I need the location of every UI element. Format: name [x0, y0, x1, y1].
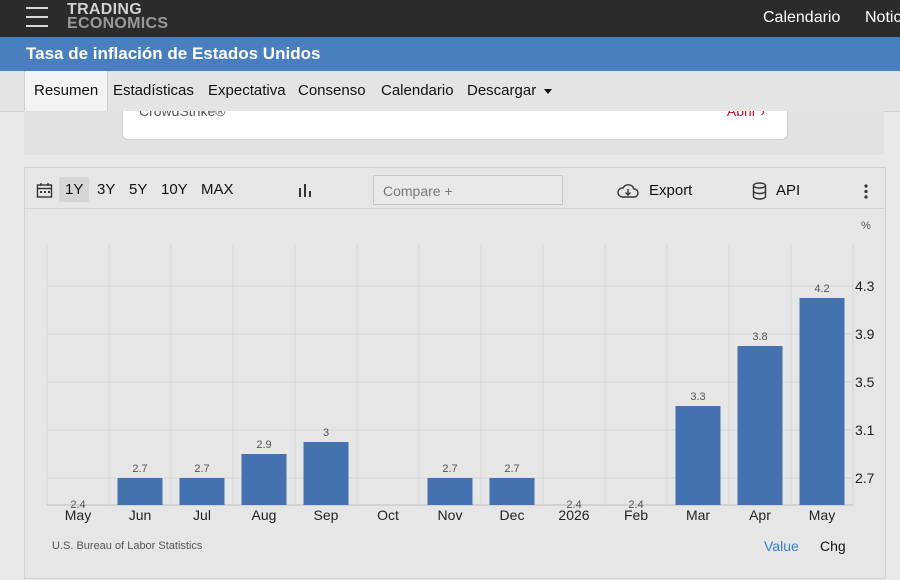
- tabs-bar: Resumen Estadísticas Expectativa Consens…: [0, 71, 900, 112]
- tab-descargar[interactable]: Descargar: [467, 71, 553, 111]
- x-tick-label: Aug: [252, 507, 277, 523]
- bar: [675, 406, 721, 505]
- tab-calendario[interactable]: Calendario: [381, 71, 454, 111]
- data-label: 4.2: [814, 283, 829, 295]
- bar: [799, 298, 845, 505]
- data-label: 2.7: [194, 463, 209, 475]
- data-label: 3.8: [752, 331, 767, 343]
- tab-estadisticas[interactable]: Estadísticas: [113, 71, 194, 111]
- bar: [179, 478, 225, 505]
- x-tick-label: Nov: [438, 507, 463, 523]
- y-tick-label: 2.7: [855, 470, 875, 486]
- top-header: TRADING ECONOMICS Calendario Notic: [0, 0, 900, 37]
- chart-panel: 1Y 3Y 5Y 10Y MAX Compare + Export API 2.…: [24, 167, 886, 579]
- data-label: 3: [323, 427, 329, 439]
- logo[interactable]: TRADING ECONOMICS: [67, 2, 169, 32]
- nav-calendario-link[interactable]: Calendario: [763, 9, 840, 27]
- y-tick-label: 4.3: [855, 278, 875, 294]
- bar-chart: 2.73.13.53.94.3%2.4May2.7Jun2.7Jul2.9Aug…: [46, 220, 875, 523]
- tab-descargar-label: Descargar: [467, 82, 537, 99]
- x-tick-label: Jul: [193, 507, 211, 523]
- tab-expectativa[interactable]: Expectativa: [208, 71, 286, 111]
- x-tick-label: May: [65, 507, 91, 523]
- x-tick-label: Apr: [749, 507, 771, 523]
- source-label: U.S. Bureau of Labor Statistics: [52, 540, 203, 552]
- x-tick-label: Sep: [314, 507, 339, 523]
- ad-box[interactable]: CrowdStrike® Abrir ›: [122, 111, 788, 140]
- data-label: 2.7: [442, 463, 457, 475]
- page-title: Tasa de inflación de Estados Unidos: [26, 44, 321, 63]
- y-tick-label: 3.1: [855, 422, 875, 438]
- tab-resumen[interactable]: Resumen: [24, 71, 109, 111]
- x-tick-label: 2026: [558, 507, 589, 523]
- bar: [427, 478, 473, 505]
- y-tick-label: 3.9: [855, 326, 875, 342]
- bar: [489, 478, 535, 505]
- caret-down-icon: [544, 88, 553, 94]
- ad-text: CrowdStrike®: [139, 111, 226, 119]
- x-tick-label: Feb: [624, 507, 648, 523]
- chg-toggle-link[interactable]: Chg: [820, 538, 846, 554]
- x-tick-label: Jun: [129, 507, 152, 523]
- logo-line-2: ECONOMICS: [67, 15, 169, 32]
- data-label: 2.7: [132, 463, 147, 475]
- ad-open-link[interactable]: Abrir ›: [727, 111, 765, 119]
- data-label: 2.9: [256, 439, 271, 451]
- y-tick-label: 3.5: [855, 374, 875, 390]
- y-unit-label: %: [861, 220, 871, 232]
- x-tick-label: Dec: [500, 507, 525, 523]
- title-bar: Tasa de inflación de Estados Unidos: [0, 37, 900, 71]
- data-label: 3.3: [690, 391, 705, 403]
- bar: [303, 442, 349, 505]
- tab-consenso[interactable]: Consenso: [298, 71, 366, 111]
- nav-noticias-link[interactable]: Notic: [865, 9, 900, 27]
- x-tick-label: Oct: [377, 507, 399, 523]
- bar: [241, 454, 287, 505]
- x-tick-label: Mar: [686, 507, 710, 523]
- bar: [737, 346, 783, 505]
- value-toggle-link[interactable]: Value: [764, 538, 799, 554]
- data-label: 2.7: [504, 463, 519, 475]
- hamburger-menu-icon[interactable]: [26, 7, 48, 27]
- x-tick-label: May: [809, 507, 835, 523]
- bar: [117, 478, 163, 505]
